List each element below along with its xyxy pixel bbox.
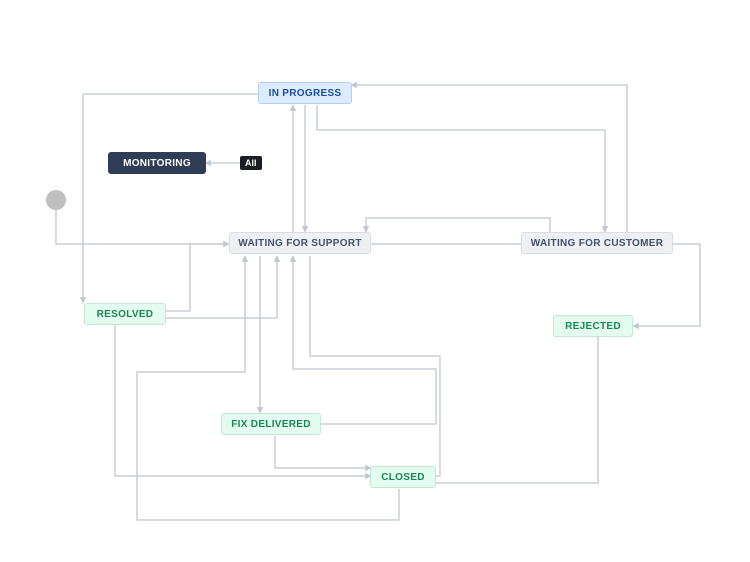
badge-label: All [245,158,257,168]
status-closed[interactable]: CLOSED [370,466,436,488]
global-transition-all[interactable]: All [240,156,262,170]
status-label: FIX DELIVERED [231,419,310,430]
start-node[interactable] [46,190,66,210]
status-monitoring[interactable]: MONITORING [108,152,206,174]
status-label: WAITING FOR SUPPORT [238,238,361,249]
status-resolved[interactable]: RESOLVED [84,303,166,325]
status-label: CLOSED [381,472,424,483]
status-rejected[interactable]: REJECTED [553,315,633,337]
status-waiting-for-customer[interactable]: WAITING FOR CUSTOMER [521,232,673,254]
status-label: MONITORING [123,158,191,169]
workflow-canvas: IN PROGRESS MONITORING All WAITING FOR S… [0,0,750,562]
status-waiting-for-support[interactable]: WAITING FOR SUPPORT [229,232,371,254]
status-label: WAITING FOR CUSTOMER [531,238,663,249]
status-in-progress[interactable]: IN PROGRESS [258,82,352,104]
status-label: RESOLVED [97,309,154,320]
status-label: REJECTED [565,321,621,332]
status-label: IN PROGRESS [269,88,342,99]
status-fix-delivered[interactable]: FIX DELIVERED [221,413,321,435]
